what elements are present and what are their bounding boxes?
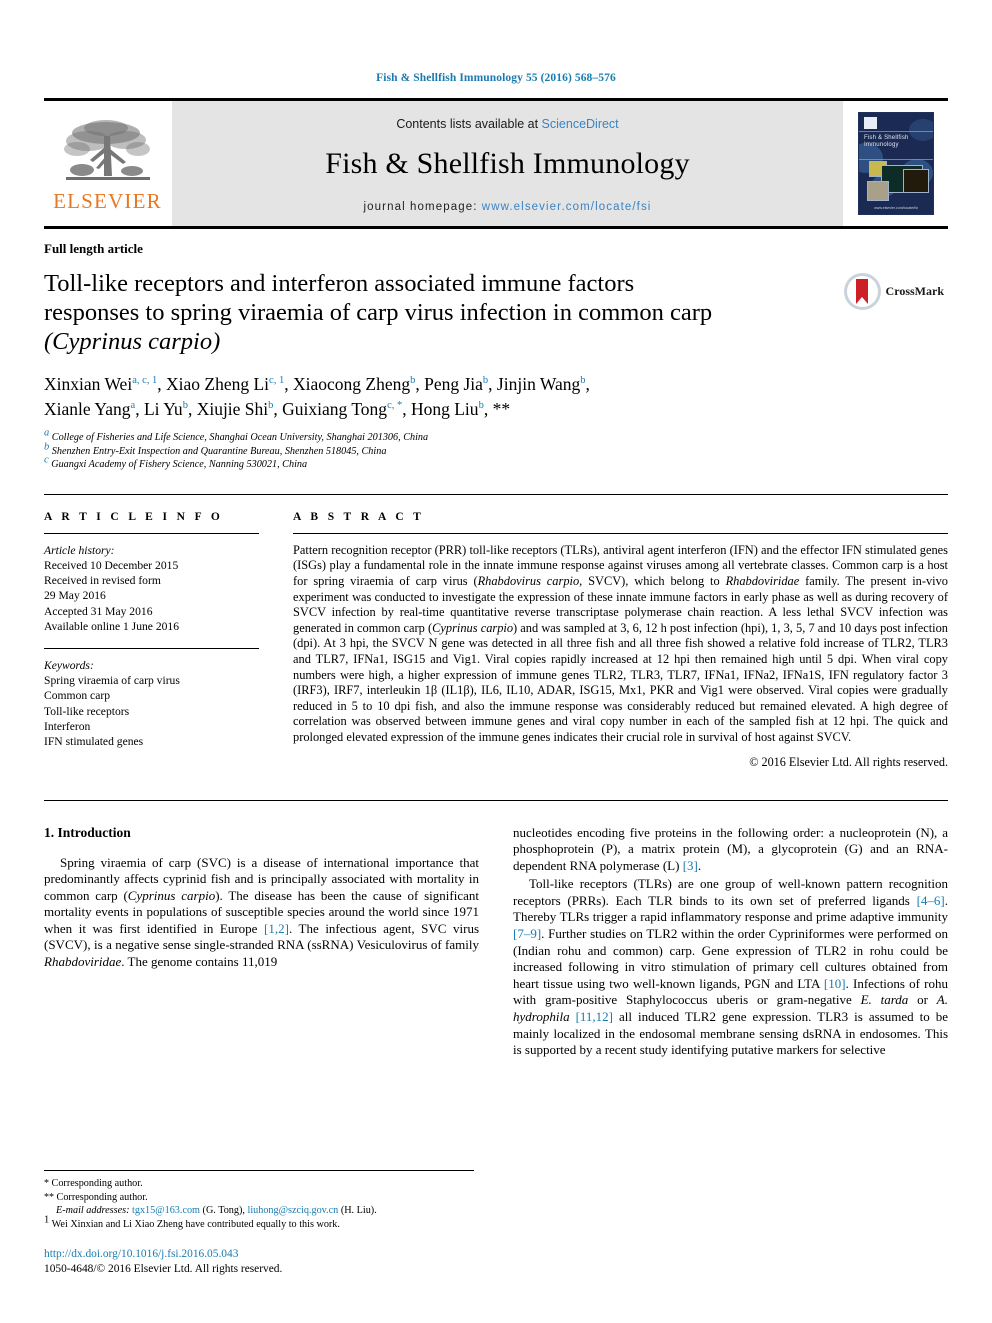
title-row: Toll-like receptors and interferon assoc… bbox=[44, 269, 948, 356]
reference-link[interactable]: [3] bbox=[683, 858, 698, 873]
article-history-block: Article history: Received 10 December 20… bbox=[44, 543, 259, 634]
title-line-3: (Cyprinus carpio) bbox=[44, 328, 221, 355]
crossmark-icon bbox=[844, 273, 881, 310]
keyword-item: Toll-like receptors bbox=[44, 704, 130, 718]
corresponding-author-text-1: Corresponding author. bbox=[51, 1178, 143, 1190]
affiliation-list: a College of Fisheries and Life Science,… bbox=[44, 427, 948, 472]
cover-title-text: Fish & Shellfish Immunology bbox=[864, 135, 909, 150]
affiliation-text-a: College of Fisheries and Life Science, S… bbox=[51, 432, 429, 443]
section-heading-introduction: 1. Introduction bbox=[44, 824, 131, 840]
homepage-url-link[interactable]: www.elsevier.com/locate/fsi bbox=[482, 201, 652, 213]
abstract-copyright: © 2016 Elsevier Ltd. All rights reserved… bbox=[749, 754, 948, 769]
title-line-2: responses to spring viraemia of carp vir… bbox=[44, 299, 713, 326]
doi-link[interactable]: http://dx.doi.org/10.1016/j.fsi.2016.05.… bbox=[44, 1247, 474, 1262]
journal-cover-thumbnail: Fish & Shellfish Immunology www.elsevier… bbox=[844, 101, 948, 226]
history-revised: Received in revised form bbox=[44, 574, 161, 588]
equal-contribution-text: Wei Xinxian and Li Xiao Zheng have contr… bbox=[51, 1218, 340, 1230]
journal-homepage-line: journal homepage: www.elsevier.com/locat… bbox=[364, 201, 652, 213]
cover-title-line1: Fish & Shellfish bbox=[864, 135, 909, 141]
footnote-equal-contribution: 1 Wei Xinxian and Li Xiao Zheng have con… bbox=[44, 1214, 340, 1230]
affiliation-a: a College of Fisheries and Life Science,… bbox=[44, 427, 948, 445]
history-accepted: Accepted 31 May 2016 bbox=[44, 604, 153, 618]
footnotes: * Corresponding author. ** Corresponding… bbox=[44, 1170, 474, 1277]
body-column-right: nucleotides encoding five proteins in th… bbox=[513, 825, 948, 1061]
reference-link[interactable]: [11,12] bbox=[576, 1009, 613, 1024]
keyword-item: Common carp bbox=[44, 689, 111, 703]
cover-publisher-logo-icon bbox=[864, 117, 877, 129]
footnote-area: * Corresponding author. ** Corresponding… bbox=[44, 1170, 474, 1277]
history-online: Available online 1 June 2016 bbox=[44, 619, 180, 633]
footnote-corresponding-1: * Corresponding author. bbox=[44, 1178, 143, 1190]
journal-title: Fish & Shellfish Immunology bbox=[325, 146, 690, 180]
reference-link[interactable]: [10] bbox=[824, 976, 846, 991]
info-abstract-section: A R T I C L E I N F O Article history: R… bbox=[44, 493, 948, 770]
article-page: Fish & Shellfish Immunology 55 (2016) 56… bbox=[0, 0, 992, 1323]
body-column-left: 1. Introduction Spring viraemia of carp … bbox=[44, 825, 479, 1061]
reference-link[interactable]: [4–6] bbox=[917, 893, 945, 908]
email-owner-tong: (G. Tong), bbox=[202, 1205, 245, 1217]
article-type-label: Full length article bbox=[44, 241, 143, 256]
affiliation-mark-b: b bbox=[44, 441, 50, 453]
intro-paragraph-right-2: Toll-like receptors (TLRs) are one group… bbox=[513, 876, 948, 1058]
email-owner-liu: (H. Liu). bbox=[340, 1205, 377, 1217]
sciencedirect-link[interactable]: ScienceDirect bbox=[542, 117, 619, 131]
abstract-text: Pattern recognition receptor (PRR) toll-… bbox=[293, 542, 948, 744]
reference-link[interactable]: [1,2] bbox=[264, 921, 289, 936]
footnote-corresponding-2: ** Corresponding author. bbox=[44, 1191, 148, 1203]
elsevier-wordmark: ELSEVIER bbox=[53, 188, 162, 213]
affiliation-mark-c: c bbox=[44, 454, 49, 466]
affiliation-b: b Shenzhen Entry-Exit Inspection and Qua… bbox=[44, 441, 948, 459]
history-received: Received 10 December 2015 bbox=[44, 558, 179, 572]
elsevier-tree-icon bbox=[63, 119, 150, 180]
crossmark-badge[interactable]: CrossMark bbox=[844, 273, 944, 310]
abstract-column: A B S T R A C T Pattern recognition rece… bbox=[293, 511, 948, 770]
article-history-label: Article history: bbox=[44, 543, 115, 557]
contents-available-line: Contents lists available at ScienceDirec… bbox=[396, 117, 618, 131]
keyword-item: Spring viraemia of carp virus bbox=[44, 674, 180, 688]
history-revised-date: 29 May 2016 bbox=[44, 589, 106, 603]
homepage-prefix: journal homepage: bbox=[363, 200, 482, 213]
author-line-1: Xinxian Weia, c, 1, Xiao Zheng Lic, 1, X… bbox=[44, 374, 590, 394]
article-info-column: A R T I C L E I N F O Article history: R… bbox=[44, 511, 259, 770]
issn-copyright-line: 1050-4648/© 2016 Elsevier Ltd. All right… bbox=[44, 1263, 283, 1275]
keyword-item: IFN stimulated genes bbox=[44, 735, 144, 749]
email-link-tong[interactable]: tgx15@163.com bbox=[132, 1205, 200, 1216]
doi-block: http://dx.doi.org/10.1016/j.fsi.2016.05.… bbox=[44, 1247, 474, 1277]
keywords-label: Keywords: bbox=[44, 659, 94, 672]
article-info-heading: A R T I C L E I N F O bbox=[44, 510, 224, 523]
affiliation-text-b: Shenzhen Entry-Exit Inspection and Quara… bbox=[51, 445, 387, 457]
cover-title-line2: Immunology bbox=[864, 142, 899, 149]
cover-image: Fish & Shellfish Immunology www.elsevier… bbox=[858, 112, 934, 215]
intro-paragraph-left: Spring viraemia of carp (SVC) is a disea… bbox=[44, 854, 480, 970]
keyword-item: Interferon bbox=[44, 719, 91, 733]
elsevier-logo: ELSEVIER bbox=[44, 101, 171, 226]
author-line-2: Xianle Yanga, Li Yub, Xiujie Shib, Guixi… bbox=[44, 399, 511, 419]
contents-prefix: Contents lists available at bbox=[396, 116, 542, 131]
author-list: Xinxian Weia, c, 1, Xiao Zheng Lic, 1, X… bbox=[44, 372, 834, 422]
email-link-liu[interactable]: liuhong@szciq.gov.cn bbox=[247, 1205, 338, 1216]
title-line-1: Toll-like receptors and interferon assoc… bbox=[44, 270, 635, 297]
email-addresses-label: E-mail addresses: bbox=[56, 1205, 130, 1217]
running-head: Fish & Shellfish Immunology 55 (2016) 56… bbox=[376, 72, 616, 84]
crossmark-label: CrossMark bbox=[885, 284, 944, 298]
cover-footer-url: www.elsevier.com/locate/fsi bbox=[874, 206, 918, 210]
affiliation-text-c: Guangxi Academy of Fishery Science, Nann… bbox=[51, 459, 308, 471]
affiliation-c: c Guangxi Academy of Fishery Science, Na… bbox=[44, 454, 948, 472]
keywords-block: Keywords: Spring viraemia of carp virus … bbox=[44, 658, 259, 749]
journal-masthead: ELSEVIER Contents lists available at Sci… bbox=[44, 98, 948, 229]
intro-paragraph-right-1: nucleotides encoding five proteins in th… bbox=[513, 824, 948, 873]
journal-band: Contents lists available at ScienceDirec… bbox=[171, 101, 844, 226]
abstract-heading: A B S T R A C T bbox=[293, 510, 425, 523]
affiliation-mark-a: a bbox=[44, 427, 50, 439]
body-columns: 1. Introduction Spring viraemia of carp … bbox=[44, 799, 948, 1061]
reference-link[interactable]: [7–9] bbox=[513, 926, 541, 941]
footnote-emails: E-mail addresses: tgx15@163.com (G. Tong… bbox=[44, 1204, 474, 1217]
corresponding-author-text-2: Corresponding author. bbox=[56, 1191, 148, 1203]
page-title: Toll-like receptors and interferon assoc… bbox=[44, 269, 712, 356]
